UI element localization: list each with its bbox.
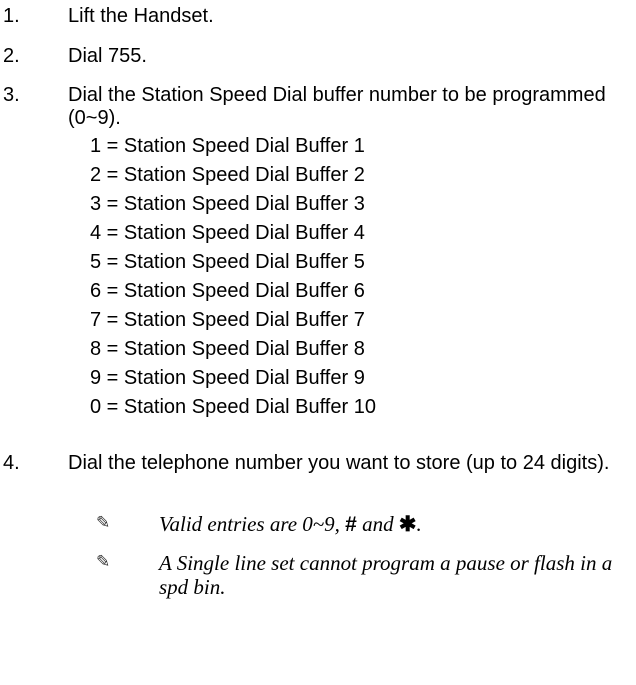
buffer-list: 1 = Station Speed Dial Buffer 1 2 = Stat… [0, 135, 636, 425]
list-item: 5 = Station Speed Dial Buffer 5 [90, 251, 365, 273]
step-2: 2. Dial 755. [0, 45, 636, 68]
step-4: 4. Dial the telephone number you want to… [0, 452, 636, 475]
step-number: 1. [3, 5, 20, 27]
list-item: 6 = Station Speed Dial Buffer 6 [90, 280, 365, 302]
step-number: 2. [3, 45, 20, 67]
list-item: 4 = Station Speed Dial Buffer 4 [90, 222, 365, 244]
step-text: Dial the telephone number you want to st… [68, 452, 610, 474]
note-text: A Single line set cannot program a pause… [159, 551, 613, 599]
list-item: 8 = Station Speed Dial Buffer 8 [90, 338, 365, 360]
list-item: 7 = Station Speed Dial Buffer 7 [90, 309, 365, 331]
list-item: 3 = Station Speed Dial Buffer 3 [90, 193, 365, 215]
step-number: 3. [3, 84, 20, 106]
step-text: Dial 755. [68, 45, 147, 67]
step-text: Lift the Handset. [68, 5, 214, 27]
note-single-line-set: ✎ A Single line set cannot program a pau… [0, 551, 636, 599]
step-3: 3. Dial the Station Speed Dial buffer nu… [0, 84, 636, 130]
list-item: 9 = Station Speed Dial Buffer 9 [90, 367, 365, 389]
step-text: Dial the Station Speed Dial buffer numbe… [68, 84, 606, 129]
note-text: Valid entries are 0~9, # and ✱. [159, 512, 422, 536]
note-valid-entries: ✎ Valid entries are 0~9, # and ✱. [0, 512, 636, 537]
list-item: 2 = Station Speed Dial Buffer 2 [90, 164, 365, 186]
pencil-note-icon: ✎ [96, 513, 111, 533]
list-item: 0 = Station Speed Dial Buffer 10 [90, 396, 376, 418]
list-item: 1 = Station Speed Dial Buffer 1 [90, 135, 365, 157]
step-1: 1. Lift the Handset. [0, 5, 636, 28]
step-number: 4. [3, 452, 20, 474]
pencil-note-icon: ✎ [96, 552, 111, 572]
